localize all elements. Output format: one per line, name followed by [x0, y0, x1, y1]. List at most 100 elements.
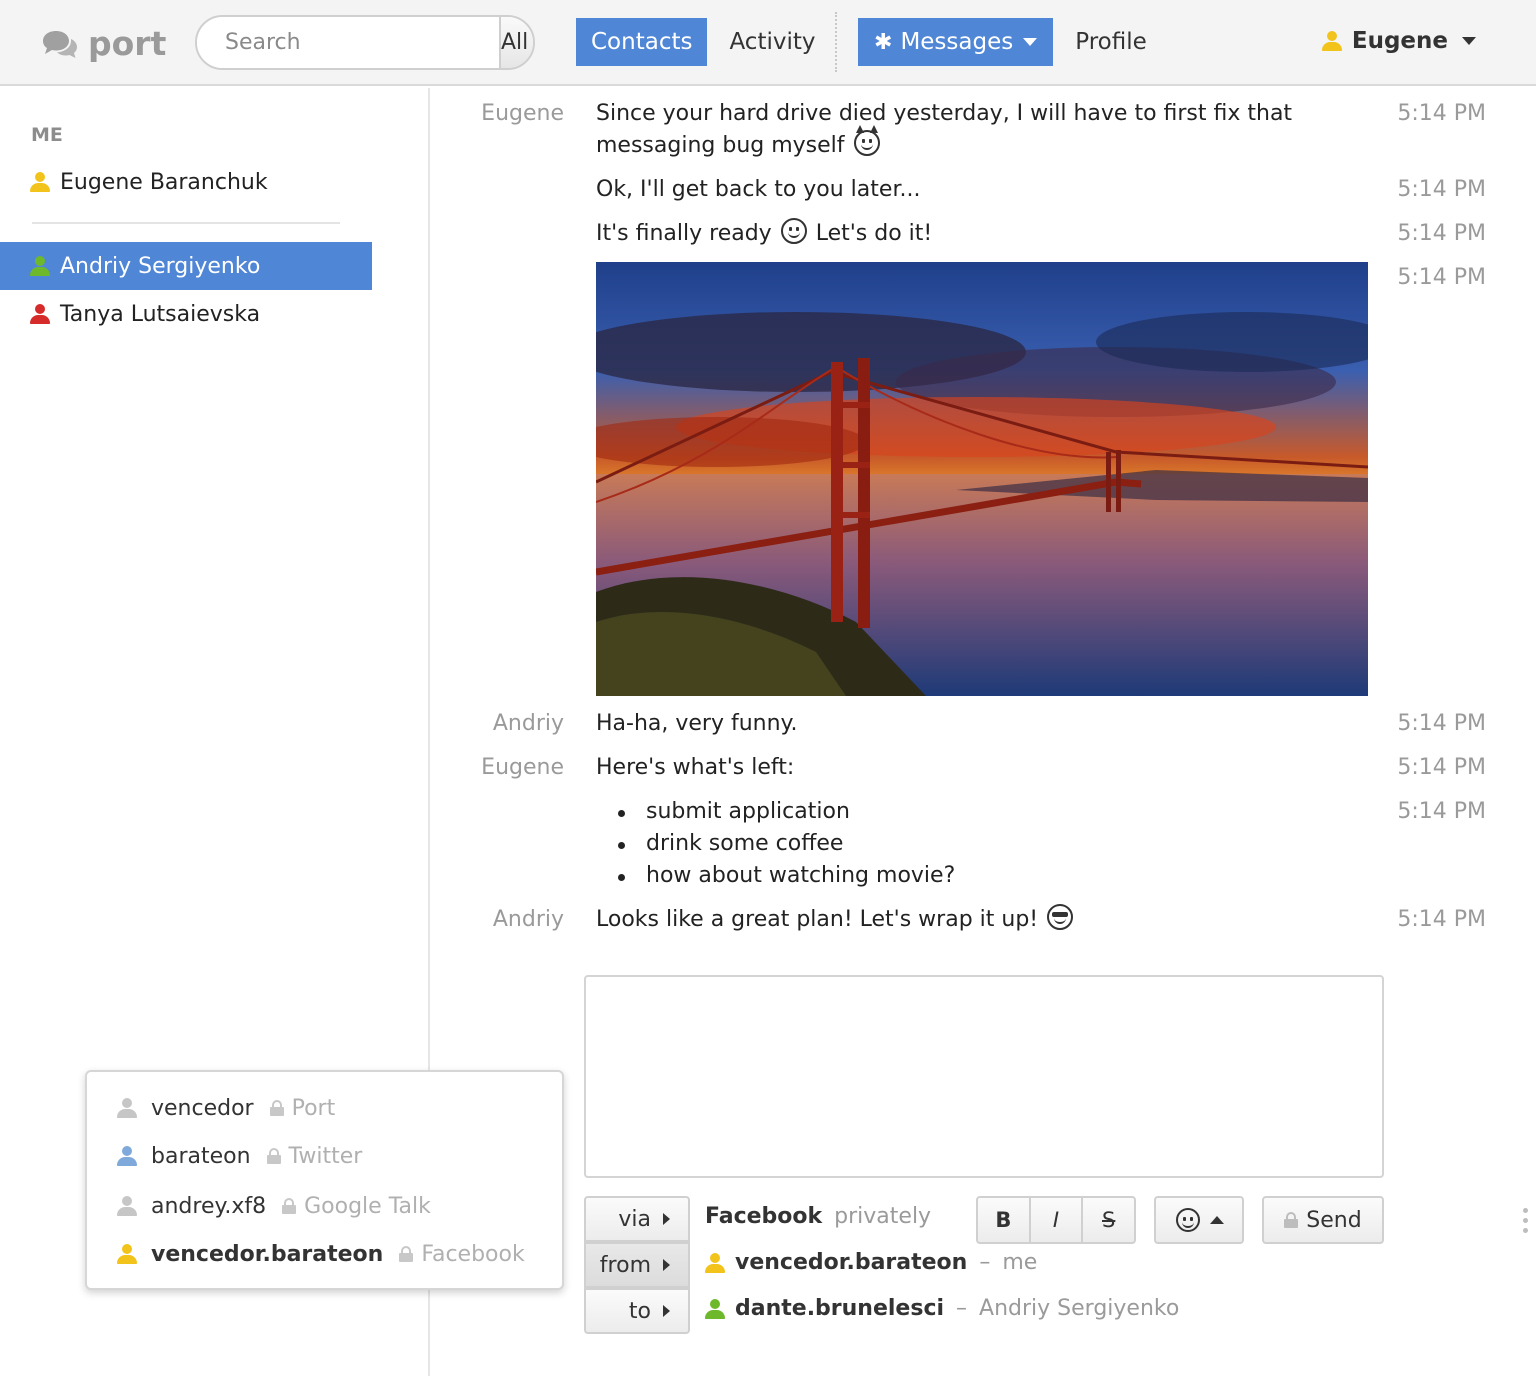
chat-bubbles-icon	[43, 30, 77, 58]
strikethrough-button[interactable]: S	[1083, 1198, 1134, 1242]
via-button[interactable]: via	[584, 1196, 690, 1242]
from-account: vencedor.barateon	[735, 1250, 968, 1275]
contact-tanya[interactable]: Tanya Lutsaievska	[0, 290, 372, 338]
message-row: Andriy Looks like a great plan! Let's wr…	[430, 904, 1500, 936]
search-filter-label: All	[501, 30, 529, 55]
via-label: via	[618, 1206, 651, 1232]
italic-button[interactable]: I	[1031, 1198, 1084, 1242]
message-text: Ok, I'll get back to you later...	[596, 177, 921, 202]
account-service: Twitter	[288, 1143, 363, 1169]
to-status-icon	[705, 1298, 725, 1319]
search-filter-dropdown[interactable]: All	[499, 17, 533, 68]
message-text: Since your hard drive died yesterday, I …	[596, 98, 1296, 162]
lock-icon	[1284, 1212, 1299, 1228]
message-text: Here's what's left:	[596, 755, 795, 780]
list-item: how about watching movie?	[596, 860, 1296, 892]
contact-name: Eugene Baranchuk	[60, 169, 268, 195]
account-away-icon	[117, 1244, 137, 1264]
bridge-sunset-photo[interactable]	[596, 262, 1368, 696]
to-button[interactable]: to	[584, 1288, 690, 1334]
chevron-right-icon	[663, 1213, 670, 1225]
tab-messages[interactable]: ✱ Messages	[858, 18, 1054, 66]
to-label: to	[628, 1298, 651, 1324]
account-offline-icon	[117, 1098, 137, 1118]
status-busy-icon	[30, 304, 50, 324]
to-separator: –	[956, 1296, 968, 1321]
lock-icon	[266, 1148, 281, 1164]
from-note: me	[1002, 1250, 1038, 1275]
account-service: Facebook	[421, 1241, 525, 1267]
contact-me[interactable]: Eugene Baranchuk	[0, 158, 372, 206]
user-menu-name: Eugene	[1351, 28, 1448, 54]
from-button[interactable]: from	[584, 1242, 690, 1288]
lock-icon	[399, 1246, 414, 1262]
message-body: Let's do it!	[815, 221, 933, 246]
via-service: Facebook	[705, 1204, 823, 1229]
smile-emoji-icon	[780, 218, 807, 244]
message-input[interactable]	[584, 975, 1384, 1178]
contact-andriy[interactable]: Andriy Sergiyenko	[0, 242, 372, 290]
tab-messages-label: Messages	[900, 29, 1014, 55]
search-input[interactable]	[197, 17, 499, 68]
to-note: Andriy Sergiyenko	[979, 1296, 1180, 1321]
from-label: from	[599, 1252, 651, 1278]
sidebar-divider	[32, 222, 340, 224]
section-label-me: ME	[31, 124, 63, 146]
chevron-up-icon	[1210, 1216, 1224, 1224]
photo-image	[596, 262, 1368, 696]
message-time: 5:14 PM	[1397, 799, 1486, 824]
chevron-down-icon	[1462, 37, 1476, 45]
via-info: Facebook privately	[705, 1204, 931, 1229]
message-time: 5:14 PM	[1397, 907, 1486, 932]
top-bar: port All Contacts Activity ✱ Messages Pr…	[0, 0, 1536, 86]
tab-contacts[interactable]: Contacts	[576, 18, 708, 66]
from-separator: –	[979, 1250, 991, 1275]
list-item: submit application	[596, 796, 1296, 828]
contact-name: Andriy Sergiyenko	[60, 253, 261, 279]
to-info: dante.brunelesci – Andriy Sergiyenko	[705, 1296, 1179, 1321]
send-button[interactable]: Send	[1262, 1196, 1384, 1244]
nav-divider	[835, 12, 837, 72]
logo[interactable]: port	[42, 24, 166, 63]
message-body: It's finally ready	[596, 221, 772, 246]
contact-name: Tanya Lutsaievska	[60, 301, 261, 327]
devil-emoji-icon	[853, 125, 880, 156]
todo-list: submit application drink some coffee how…	[596, 796, 1296, 892]
account-name: barateon	[151, 1143, 251, 1169]
account-service: Port	[291, 1095, 336, 1121]
user-menu[interactable]: Eugene	[1321, 28, 1476, 54]
account-option[interactable]: barateon Twitter	[117, 1138, 362, 1174]
account-option[interactable]: andrey.xf8 Google Talk	[117, 1188, 431, 1224]
asterisk-icon: ✱	[874, 29, 893, 55]
bold-button[interactable]: B	[978, 1198, 1031, 1242]
list-item: drink some coffee	[596, 828, 1296, 860]
lock-icon	[282, 1198, 297, 1214]
account-picker-popup: vencedor Port barateon Twitter andrey.xf…	[85, 1070, 564, 1290]
logo-text: port	[88, 24, 167, 63]
account-option-selected[interactable]: vencedor.barateon Facebook	[117, 1236, 525, 1272]
account-option[interactable]: vencedor Port	[117, 1090, 335, 1126]
resize-handle[interactable]	[1523, 1208, 1529, 1238]
message-text: submit application drink some coffee how…	[596, 796, 1296, 892]
tab-profile[interactable]: Profile	[1060, 18, 1162, 66]
secondary-nav: ✱ Messages Profile	[858, 18, 1162, 66]
chevron-right-icon	[663, 1259, 670, 1271]
account-name: vencedor	[151, 1095, 254, 1121]
message-row: submit application drink some coffee how…	[430, 796, 1500, 892]
message-time: 5:14 PM	[1397, 265, 1486, 290]
message-row: Eugene Since your hard drive died yester…	[430, 98, 1500, 162]
chevron-right-icon	[663, 1305, 670, 1317]
message-time: 5:14 PM	[1397, 755, 1486, 780]
message-sender: Andriy	[492, 907, 564, 932]
message-body: Since your hard drive died yesterday, I …	[596, 101, 1293, 158]
message-time: 5:14 PM	[1397, 711, 1486, 736]
emoji-picker-button[interactable]	[1154, 1196, 1244, 1244]
chevron-down-icon	[1023, 38, 1038, 46]
tab-activity[interactable]: Activity	[714, 18, 830, 66]
message-sender: Eugene	[481, 101, 564, 126]
message-body: Looks like a great plan! Let's wrap it u…	[596, 907, 1039, 932]
status-online-icon	[30, 256, 50, 276]
via-mode: privately	[834, 1204, 932, 1229]
account-service: Google Talk	[304, 1193, 431, 1219]
message-row: Andriy Ha-ha, very funny. 5:14 PM	[430, 708, 1500, 740]
